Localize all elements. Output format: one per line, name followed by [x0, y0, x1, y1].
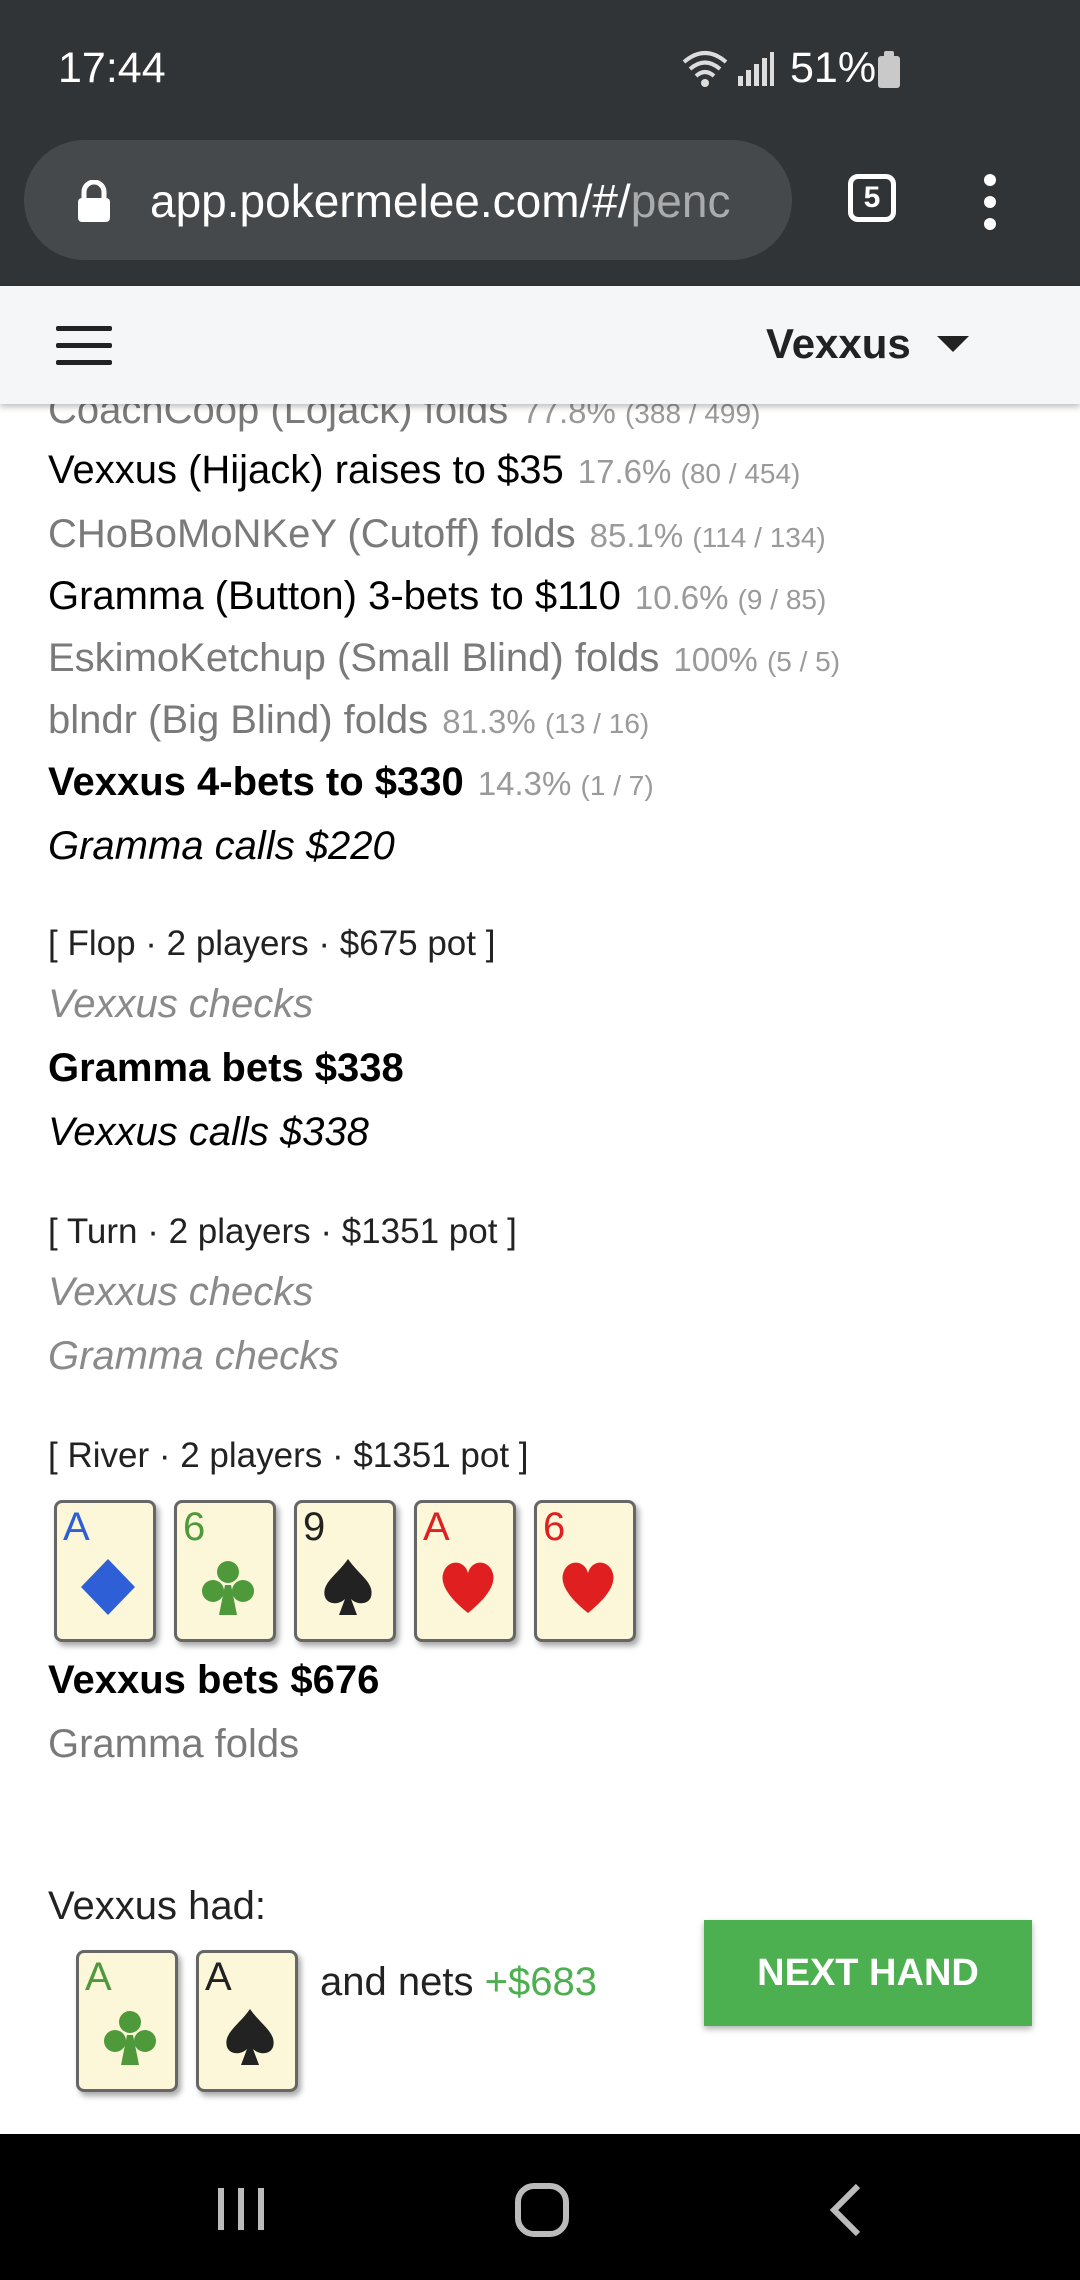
- club-icon: [101, 2007, 159, 2072]
- signal-icon: [738, 52, 774, 86]
- action-stat: 14.3% (1 / 7): [477, 765, 654, 802]
- action-text: Gramma calls $220: [48, 824, 395, 868]
- system-nav-bar: [0, 2134, 1080, 2280]
- action-line: Gramma folds: [48, 1722, 300, 1766]
- club-icon: [199, 1557, 257, 1622]
- nets-line: and nets +$683: [320, 1960, 597, 2005]
- action-line: Gramma (Button) 3-bets to $110 10.6% (9 /…: [48, 574, 826, 619]
- card-rank: A: [423, 1505, 450, 1549]
- action-line: Vexxus calls $338: [48, 1110, 369, 1154]
- recent-apps-icon[interactable]: [216, 2184, 266, 2234]
- battery-percent: 51%: [790, 44, 877, 92]
- action-line: EskimoKetchup (Small Blind) folds 100% (5…: [48, 636, 840, 681]
- playing-card: A: [54, 1500, 156, 1642]
- browser-toolbar: app.pokermelee.com/#/penc 5: [0, 140, 1080, 286]
- action-stat: 10.6% (9 / 85): [634, 579, 827, 616]
- action-text: Gramma (Button) 3-bets to $110: [48, 574, 621, 618]
- address-bar[interactable]: app.pokermelee.com/#/penc: [24, 140, 792, 260]
- action-text: Vexxus 4-bets to $330: [48, 760, 464, 804]
- action-line: Vexxus checks: [48, 1270, 314, 1314]
- action-stat: 77.8% (388 / 499): [522, 404, 761, 430]
- url-dim: penc: [630, 175, 731, 227]
- action-text: CoachCoop (Lojack) folds: [48, 404, 509, 432]
- action-stat: 17.6% (80 / 454): [577, 453, 801, 490]
- action-line: Vexxus checks: [48, 982, 314, 1026]
- card-rank: A: [63, 1505, 90, 1549]
- nets-value: +$683: [484, 1960, 597, 2004]
- river-header: [ River · 2 players · $1351 pot ]: [48, 1436, 529, 1475]
- wifi-icon: [682, 51, 728, 87]
- playing-card: 6: [534, 1500, 636, 1642]
- user-menu-button[interactable]: Vexxus: [766, 320, 969, 368]
- heart-icon: [559, 1557, 617, 1622]
- overflow-menu-icon[interactable]: [984, 174, 998, 230]
- username: Vexxus: [766, 320, 911, 367]
- action-line: Vexxus 4-bets to $330 14.3% (1 / 7): [48, 760, 654, 805]
- diamond-icon: [79, 1557, 137, 1622]
- action-line: Gramma checks: [48, 1334, 340, 1378]
- back-icon[interactable]: [828, 2182, 864, 2238]
- tab-switcher-button[interactable]: 5: [848, 174, 896, 222]
- action-line: blndr (Big Blind) folds 81.3% (13 / 16): [48, 698, 649, 743]
- action-text: CHoBoMoNKeY (Cutoff) folds: [48, 512, 576, 556]
- url-text: app.pokermelee.com/#/penc: [150, 174, 790, 228]
- action-line: CoachCoop (Lojack) folds 77.8% (388 / 499…: [48, 404, 760, 433]
- playing-card: 6: [174, 1500, 276, 1642]
- home-icon[interactable]: [514, 2182, 570, 2238]
- playing-card: 9: [294, 1500, 396, 1642]
- action-text: Vexxus (Hijack) raises to $35: [48, 448, 564, 492]
- action-stat: 81.3% (13 / 16): [442, 703, 650, 740]
- playing-card: A: [76, 1950, 178, 2092]
- action-line: Gramma bets $338: [48, 1046, 404, 1090]
- action-line: Gramma calls $220: [48, 824, 395, 869]
- had-label: Vexxus had:: [48, 1884, 266, 1928]
- action-stat: 85.1% (114 / 134): [589, 517, 826, 554]
- next-hand-button[interactable]: NEXT HAND: [704, 1920, 1032, 2026]
- tab-count: 5: [863, 181, 881, 214]
- card-rank: 9: [303, 1505, 326, 1549]
- card-rank: A: [85, 1955, 112, 1999]
- action-text: EskimoKetchup (Small Blind) folds: [48, 636, 660, 680]
- nets-label: and nets: [320, 1960, 474, 2004]
- lock-icon: [78, 180, 110, 222]
- url-main: app.pokermelee.com/#/: [150, 175, 631, 227]
- card-rank: 6: [543, 1505, 566, 1549]
- heart-icon: [439, 1557, 497, 1622]
- action-text: blndr (Big Blind) folds: [48, 698, 429, 742]
- app-header: Vexxus: [0, 286, 1080, 404]
- card-rank: A: [205, 1955, 232, 1999]
- action-line: Vexxus bets $676: [48, 1658, 380, 1702]
- flop-header: [ Flop · 2 players · $675 pot ]: [48, 924, 496, 963]
- hand-history[interactable]: CoachCoop (Lojack) folds 77.8% (388 / 499…: [0, 404, 1080, 2134]
- turn-header: [ Turn · 2 players · $1351 pot ]: [48, 1212, 517, 1251]
- battery-icon: [878, 51, 900, 88]
- action-stat: 100% (5 / 5): [673, 641, 841, 678]
- status-bar: 17:44 51%: [0, 0, 1080, 140]
- playing-card: A: [414, 1500, 516, 1642]
- playing-card: A: [196, 1950, 298, 2092]
- card-rank: 6: [183, 1505, 206, 1549]
- spade-icon: [221, 2007, 279, 2072]
- action-line: Vexxus (Hijack) raises to $35 17.6% (80 /…: [48, 448, 800, 493]
- spade-icon: [319, 1557, 377, 1622]
- hamburger-menu-icon[interactable]: [56, 326, 112, 366]
- status-time: 17:44: [58, 44, 166, 92]
- action-line: CHoBoMoNKeY (Cutoff) folds 85.1% (114 / 1…: [48, 512, 826, 557]
- caret-down-icon: [936, 336, 969, 352]
